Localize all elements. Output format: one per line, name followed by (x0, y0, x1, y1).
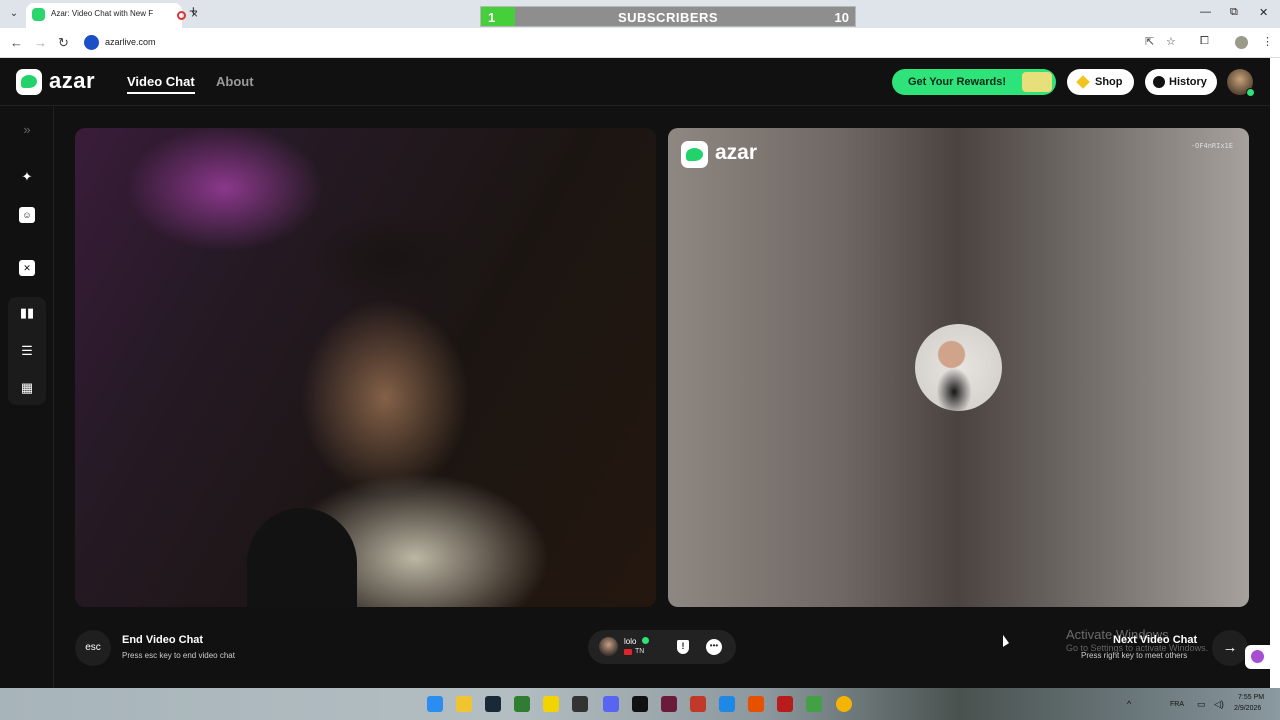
windows-taskbar: ^ FRA ▭ ◁) 7:55 PM 2/9/2026 (0, 688, 1280, 720)
effects-icon[interactable]: ✕ (19, 260, 35, 276)
extensions-icon[interactable]: ⧠ (1200, 35, 1209, 48)
start-icon[interactable] (427, 696, 443, 712)
report-shield-icon[interactable]: ! (677, 640, 689, 654)
launcher-icon[interactable] (806, 696, 822, 712)
rockstar-icon[interactable] (543, 696, 559, 712)
session-code: -OF4nRIx1E (1190, 142, 1233, 150)
chrome-icon[interactable] (836, 696, 852, 712)
capcut-icon[interactable] (661, 696, 677, 712)
get-rewards-label: Get Your Rewards! (908, 76, 1007, 88)
network-icon[interactable]: ▭ (1197, 699, 1206, 710)
tray-overflow-icon[interactable]: ^ (1127, 699, 1131, 709)
sidebar: » ✦ ☺ ✕ ▮▮ ☰ ▦ (0, 107, 54, 688)
clock-time[interactable]: 7:55 PM (1238, 694, 1264, 701)
subscriber-goal-label: SUBSCRIBERS (617, 10, 719, 25)
partner-avatar[interactable] (599, 637, 618, 656)
expand-sidebar-icon[interactable]: » (19, 122, 35, 138)
mouse-cursor-icon (1003, 634, 1009, 652)
online-status-icon (1246, 88, 1255, 97)
azar-favicon-icon (32, 8, 45, 21)
browser-tab[interactable]: Azar: Video Chat with New F × (26, 3, 198, 28)
record-app-icon[interactable] (777, 696, 793, 712)
self-video (75, 128, 656, 607)
end-chat-title: End Video Chat (122, 634, 204, 646)
history-label: History (1169, 76, 1207, 88)
end-chat-button[interactable]: esc (75, 630, 111, 666)
user-avatar[interactable] (1227, 69, 1255, 97)
next-chat-hint: Press right key to meet others (1081, 651, 1188, 660)
page-scrollbar[interactable] (1270, 58, 1280, 688)
browser-menu-icon[interactable]: ⋮ (1262, 35, 1273, 48)
layout-stacked-icon[interactable]: ☰ (19, 343, 35, 359)
url-field[interactable]: azarlive.com (105, 37, 156, 47)
partner-name: lolo (624, 637, 637, 646)
floating-extension-button[interactable] (1245, 645, 1270, 669)
site-info-icon[interactable] (84, 35, 99, 50)
tunisia-flag-icon (624, 649, 632, 655)
restore-icon[interactable]: ⧉ (1230, 6, 1238, 19)
forward-icon[interactable]: → (34, 35, 47, 50)
clock-date[interactable]: 2/9/2026 (1234, 705, 1261, 712)
gift-icon (1022, 72, 1052, 92)
next-chat-title: Next Video Chat (1113, 634, 1198, 646)
azar-watermark-icon (681, 141, 708, 168)
language-indicator[interactable]: FRA (1170, 701, 1184, 708)
tiktok-icon[interactable] (632, 696, 648, 712)
subscriber-goal-bar: 1 SUBSCRIBERS 10 (480, 6, 856, 27)
partner-video: azar -OF4nRIx1E (668, 128, 1249, 607)
layout-grid-icon[interactable]: ▦ (19, 380, 35, 396)
browser-tab-bar: ⌄ Azar: Video Chat with New F × + 1 SUBS… (0, 0, 1280, 28)
next-chat-button[interactable]: → (1212, 630, 1248, 666)
reload-icon[interactable]: ↻ (58, 35, 69, 51)
end-chat-hint: Press esc key to end video chat (122, 651, 235, 660)
vlc-icon[interactable] (748, 696, 764, 712)
azar-logo-icon[interactable] (16, 69, 42, 95)
chat-bubble-icon[interactable]: ••• (706, 639, 722, 655)
clock-icon (1153, 76, 1165, 88)
bookmark-star-icon[interactable]: ☆ (1166, 35, 1176, 48)
file-explorer-icon[interactable] (456, 696, 472, 712)
layout-side-by-side-icon[interactable]: ▮▮ (19, 305, 35, 321)
recording-icon (177, 11, 186, 20)
shop-button[interactable]: Shop (1067, 69, 1134, 95)
media-app-icon[interactable] (690, 696, 706, 712)
discord-icon[interactable] (603, 696, 619, 712)
partner-country: TN (635, 648, 645, 655)
browser-profile-icon[interactable] (1235, 36, 1248, 49)
azar-watermark-text: azar (715, 141, 758, 164)
nav-about[interactable]: About (216, 74, 254, 89)
verified-icon (642, 637, 649, 644)
address-bar: ← → ↻ azarlive.com ⇱ ☆ ⧠ ⋮ (0, 28, 1280, 58)
microphone-silhouette (247, 508, 357, 607)
history-button[interactable]: History (1145, 69, 1217, 95)
install-app-icon[interactable]: ⇱ (1145, 35, 1154, 48)
sticker-icon[interactable]: ☺ (19, 207, 35, 223)
volume-icon[interactable]: ◁) (1214, 699, 1224, 710)
subscriber-goal-end: 10 (834, 10, 849, 25)
partner-profile-photo (915, 324, 1002, 411)
close-window-icon[interactable]: ✕ (1259, 6, 1268, 19)
tab-title: Azar: Video Chat with New F (51, 9, 154, 18)
nav-video-chat[interactable]: Video Chat (127, 74, 195, 94)
partner-info-pill: lolo TN ! ••• (588, 630, 736, 664)
gem-icon (1076, 75, 1090, 89)
magic-wand-icon[interactable]: ✦ (19, 169, 35, 185)
nvidia-icon[interactable] (514, 696, 530, 712)
obs-icon[interactable] (572, 696, 588, 712)
azar-logo-text[interactable]: azar (49, 68, 95, 94)
extension-orb-icon (1251, 650, 1264, 663)
back-icon[interactable]: ← (10, 35, 23, 50)
edge-icon[interactable] (719, 696, 735, 712)
minimize-icon[interactable]: — (1200, 6, 1211, 18)
get-rewards-button[interactable]: Get Your Rewards! (892, 69, 1056, 95)
app-header: azar Video Chat About Get Your Rewards! … (0, 58, 1270, 106)
tab-search-icon[interactable]: ⌄ (6, 6, 22, 22)
steam-icon[interactable] (485, 696, 501, 712)
new-tab-icon[interactable]: + (189, 3, 198, 20)
shop-label: Shop (1095, 76, 1123, 88)
